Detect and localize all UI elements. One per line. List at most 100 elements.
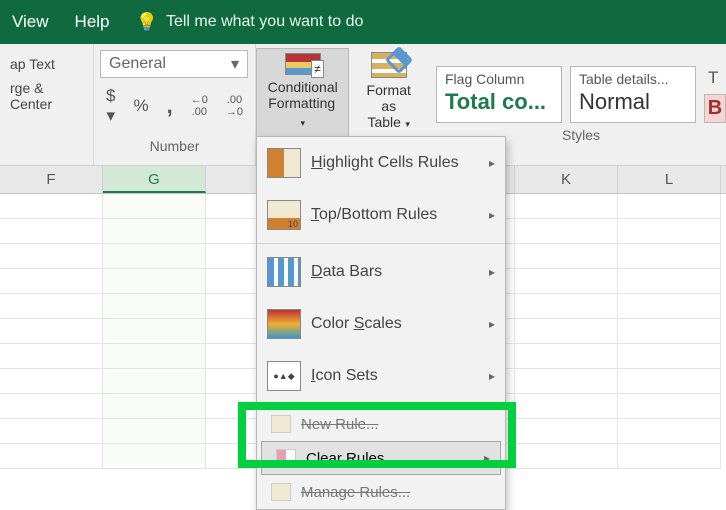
cell[interactable] — [103, 444, 206, 469]
tell-me-search[interactable]: 💡 Tell me what you want to do — [136, 12, 364, 33]
icon-sets-icon: ●▲◆ — [267, 361, 301, 391]
cell[interactable] — [618, 369, 721, 394]
menu-separator — [257, 404, 505, 405]
group-number: General ▾ $ ▾ % , ←0.00 .00→0 Number — [94, 44, 256, 165]
menu-color-scales[interactable]: Color Scales ▸ — [257, 298, 505, 350]
cell[interactable] — [0, 344, 103, 369]
menu-clear-rules[interactable]: Clear Rules ▸ — [261, 441, 501, 475]
cell[interactable] — [0, 394, 103, 419]
cell[interactable] — [618, 219, 721, 244]
cell-style-b[interactable]: B — [704, 94, 726, 123]
cell[interactable] — [103, 194, 206, 219]
chevron-right-icon: ▸ — [489, 317, 495, 331]
app-menubar: View Help 💡 Tell me what you want to do — [0, 0, 726, 44]
chevron-down-icon: ▾ — [403, 119, 410, 129]
data-bars-icon — [267, 257, 301, 287]
cell[interactable] — [103, 344, 206, 369]
menu-data-bars[interactable]: Data Bars ▸ — [257, 246, 505, 298]
cell-style-table-details[interactable]: Table details... Normal — [570, 66, 696, 123]
cell[interactable] — [618, 344, 721, 369]
group-label-number: Number — [100, 138, 249, 154]
col-header-g[interactable]: G — [103, 166, 206, 193]
cell[interactable] — [0, 419, 103, 444]
format-as-table-icon — [371, 52, 407, 78]
cell[interactable] — [0, 244, 103, 269]
cell[interactable] — [0, 444, 103, 469]
menu-view[interactable]: View — [12, 12, 49, 32]
decrease-decimal-button[interactable]: ←0.00 — [185, 92, 214, 120]
cell[interactable] — [515, 219, 618, 244]
cell[interactable] — [103, 294, 206, 319]
cell[interactable] — [515, 344, 618, 369]
menu-new-rule[interactable]: New Rule... — [257, 407, 505, 441]
menu-manage-rules[interactable]: Manage Rules... — [257, 475, 505, 509]
new-rule-icon — [271, 415, 291, 433]
col-header-k[interactable]: K — [515, 166, 618, 193]
cell[interactable] — [618, 419, 721, 444]
cell[interactable] — [103, 219, 206, 244]
cell[interactable] — [515, 369, 618, 394]
cell[interactable] — [618, 394, 721, 419]
highlight-cells-icon — [267, 148, 301, 178]
tell-me-label: Tell me what you want to do — [166, 13, 363, 31]
cell[interactable] — [0, 319, 103, 344]
chevron-right-icon: ▸ — [489, 208, 495, 222]
cell[interactable] — [618, 319, 721, 344]
top-bottom-icon — [267, 200, 301, 230]
cell[interactable] — [618, 444, 721, 469]
cell[interactable] — [0, 369, 103, 394]
cell[interactable] — [0, 219, 103, 244]
cell[interactable] — [618, 269, 721, 294]
cell[interactable] — [515, 269, 618, 294]
cell[interactable] — [0, 194, 103, 219]
cell[interactable] — [618, 194, 721, 219]
cell[interactable] — [103, 394, 206, 419]
number-format-select[interactable]: General ▾ — [100, 50, 248, 78]
chevron-right-icon: ▸ — [489, 369, 495, 383]
cell-style-flag-column[interactable]: Flag Column Total co... — [436, 66, 562, 123]
menu-top-bottom-rules[interactable]: Top/Bottom Rules ▸ — [257, 189, 505, 241]
cell[interactable] — [103, 369, 206, 394]
increase-decimal-button[interactable]: .00→0 — [220, 92, 249, 120]
conditional-formatting-icon — [285, 53, 321, 75]
conditional-formatting-button[interactable]: ConditionalFormatting ▾ — [256, 48, 349, 138]
menu-icon-sets[interactable]: ●▲◆ Icon Sets ▸ — [257, 350, 505, 402]
cell[interactable] — [515, 244, 618, 269]
cell[interactable] — [618, 294, 721, 319]
col-header-l[interactable]: L — [618, 166, 721, 193]
format-as-table-button[interactable]: Format asTable ▾ — [349, 48, 428, 138]
cell[interactable] — [515, 444, 618, 469]
cell[interactable] — [515, 294, 618, 319]
style-title: Table details... — [579, 71, 687, 87]
clear-rules-icon — [276, 449, 296, 467]
manage-rules-icon — [271, 483, 291, 501]
cell[interactable] — [103, 244, 206, 269]
style-value: Total co... — [445, 89, 553, 115]
cell[interactable] — [515, 194, 618, 219]
cell[interactable] — [0, 294, 103, 319]
percent-button[interactable]: % — [128, 94, 155, 118]
style-title: Flag Column — [445, 71, 553, 87]
cell-style-t[interactable]: T — [704, 66, 726, 90]
menu-help[interactable]: Help — [75, 12, 110, 32]
group-alignment: ap Text rge & Center — [0, 44, 94, 165]
conditional-formatting-menu: Highlight Cells Rules ▸ Top/Bottom Rules… — [256, 136, 506, 510]
cell[interactable] — [103, 419, 206, 444]
currency-button[interactable]: $ ▾ — [100, 84, 122, 128]
color-scales-icon — [267, 309, 301, 339]
cell[interactable] — [0, 269, 103, 294]
cell[interactable] — [103, 319, 206, 344]
cell[interactable] — [515, 319, 618, 344]
cell[interactable] — [103, 269, 206, 294]
cell[interactable] — [515, 394, 618, 419]
chevron-down-icon: ▾ — [300, 118, 305, 128]
cell[interactable] — [618, 244, 721, 269]
merge-center-button[interactable]: rge & Center — [4, 76, 89, 116]
menu-highlight-cells-rules[interactable]: Highlight Cells Rules ▸ — [257, 137, 505, 189]
comma-button[interactable]: , — [161, 91, 179, 121]
col-header-f[interactable]: F — [0, 166, 103, 193]
chevron-right-icon: ▸ — [484, 451, 490, 465]
number-format-value: General — [109, 55, 166, 73]
cell[interactable] — [515, 419, 618, 444]
wrap-text-button[interactable]: ap Text — [4, 52, 89, 76]
